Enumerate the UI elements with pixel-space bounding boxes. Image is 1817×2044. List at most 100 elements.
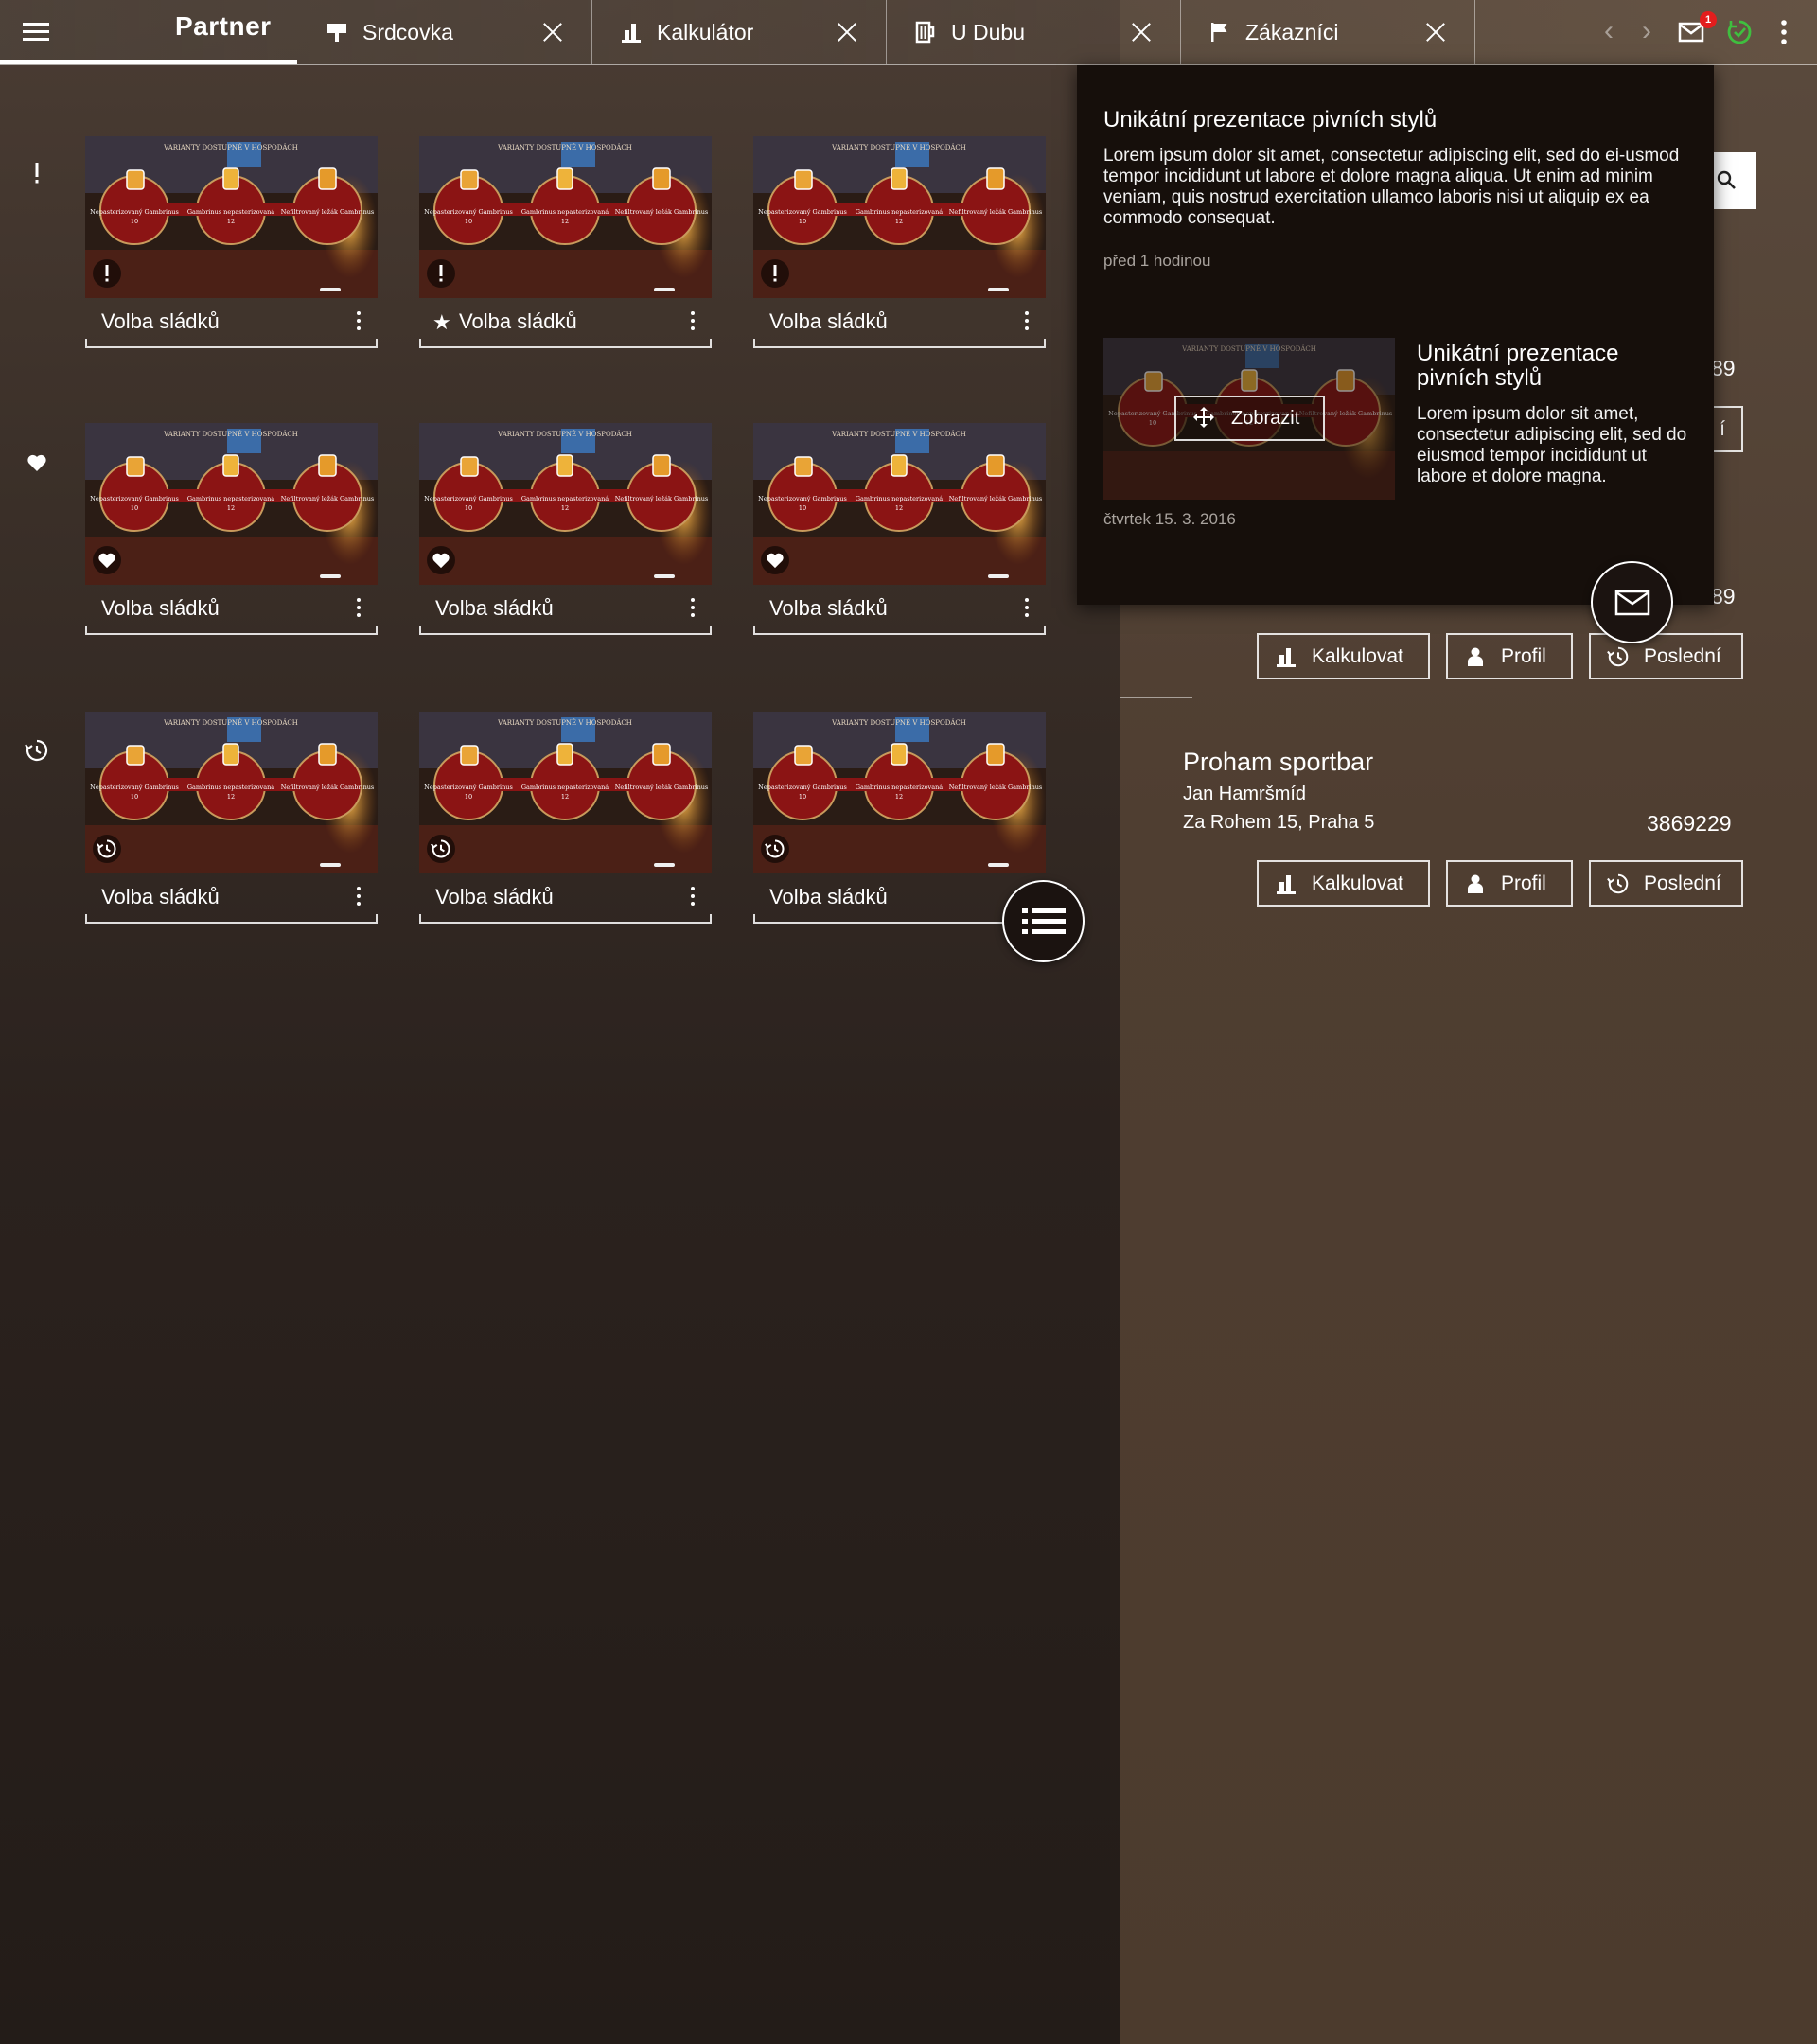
- card-caption[interactable]: Volba sládků: [85, 585, 378, 635]
- svg-text:Gambrinus nepasterizovaná: Gambrinus nepasterizovaná: [521, 208, 609, 216]
- more-vertical-icon[interactable]: [355, 887, 362, 907]
- card-title: Volba sládků: [769, 885, 888, 908]
- slide-indicator: [988, 863, 1009, 867]
- chevron-right-icon[interactable]: ›: [1632, 17, 1661, 45]
- card-thumbnail[interactable]: VARIANTY DOSTUPNÉ V HOSPODÁCH Nepasteriz…: [419, 712, 712, 873]
- close-tab-icon[interactable]: [1421, 18, 1450, 46]
- card-thumbnail[interactable]: VARIANTY DOSTUPNÉ V HOSPODÁCH Nepasteriz…: [419, 136, 712, 298]
- card-caption[interactable]: Volba sládků: [753, 298, 1046, 348]
- notification-time: před 1 hodinou: [1103, 252, 1211, 270]
- card-caption[interactable]: Volba sládků: [419, 873, 712, 924]
- card-caption[interactable]: ★ Volba sládků: [419, 298, 712, 348]
- svg-text:10: 10: [465, 793, 472, 801]
- close-tab-icon[interactable]: [538, 18, 567, 46]
- list-view-fab[interactable]: [1002, 880, 1085, 962]
- divider: [1120, 697, 1192, 698]
- card-thumbnail[interactable]: VARIANTY DOSTUPNÉ V HOSPODÁCH Nepasteriz…: [85, 136, 378, 298]
- beer-presentation-thumbnail: VARIANTY DOSTUPNÉ V HOSPODÁCH Nepasteriz…: [753, 712, 1046, 873]
- svg-text:VARIANTY DOSTUPNÉ V HOSPODÁCH: VARIANTY DOSTUPNÉ V HOSPODÁCH: [163, 143, 298, 151]
- slide-indicator: [320, 863, 341, 867]
- last-button[interactable]: Poslední: [1589, 860, 1743, 907]
- beer-presentation-thumbnail: VARIANTY DOSTUPNÉ V HOSPODÁCH Nepasteriz…: [419, 423, 712, 585]
- svg-text:Nepasterizovaný Gambrinus: Nepasterizovaný Gambrinus: [424, 495, 513, 502]
- show-button[interactable]: Zobrazit: [1174, 396, 1325, 441]
- svg-text:Gambrinus nepasterizovaná: Gambrinus nepasterizovaná: [856, 495, 943, 502]
- presentation-card[interactable]: VARIANTY DOSTUPNÉ V HOSPODÁCH Nepasteriz…: [419, 136, 712, 348]
- presentation-card[interactable]: VARIANTY DOSTUPNÉ V HOSPODÁCH Nepasteriz…: [85, 712, 378, 924]
- presentation-card[interactable]: VARIANTY DOSTUPNÉ V HOSPODÁCH Nepasteriz…: [85, 423, 378, 635]
- mail-fab[interactable]: [1591, 561, 1673, 643]
- card-caption[interactable]: Volba sládků: [85, 873, 378, 924]
- more-vertical-icon[interactable]: [355, 598, 362, 619]
- card-thumbnail[interactable]: VARIANTY DOSTUPNÉ V HOSPODÁCH Nepasteriz…: [85, 423, 378, 585]
- sync-status-icon[interactable]: [1725, 15, 1759, 49]
- mail-icon[interactable]: 1: [1677, 11, 1717, 49]
- svg-text:10: 10: [465, 218, 472, 225]
- card-thumbnail[interactable]: VARIANTY DOSTUPNÉ V HOSPODÁCH Nepasteriz…: [753, 712, 1046, 873]
- svg-text:Nepasterizovaný Gambrinus: Nepasterizovaný Gambrinus: [758, 495, 847, 502]
- profile-button[interactable]: Profil: [1446, 860, 1573, 907]
- more-vertical-icon[interactable]: [1023, 598, 1031, 619]
- notification-title: Unikátní prezentace pivních stylů: [1103, 107, 1438, 132]
- card-caption[interactable]: Volba sládků: [419, 585, 712, 635]
- card-caption[interactable]: Volba sládků: [753, 585, 1046, 635]
- presentation-card[interactable]: VARIANTY DOSTUPNÉ V HOSPODÁCH Nepasteriz…: [419, 712, 712, 924]
- more-vertical-icon[interactable]: [689, 887, 697, 907]
- more-vertical-icon[interactable]: [1770, 15, 1804, 49]
- svg-text:Nefiltrovaný ležák Gambrinus: Nefiltrovaný ležák Gambrinus: [615, 208, 709, 216]
- tab-label: Kalkulátor: [657, 19, 754, 44]
- presentation-card[interactable]: VARIANTY DOSTUPNÉ V HOSPODÁCH Nepasteriz…: [85, 136, 378, 348]
- beer-presentation-thumbnail: VARIANTY DOSTUPNÉ V HOSPODÁCH Nepasteriz…: [85, 712, 378, 873]
- notifications-popup: Unikátní prezentace pivních stylů Lorem …: [1077, 65, 1714, 605]
- presentation-card[interactable]: VARIANTY DOSTUPNÉ V HOSPODÁCH Nepasteriz…: [753, 423, 1046, 635]
- more-vertical-icon[interactable]: [1023, 311, 1031, 332]
- exclamation-icon: [93, 259, 121, 288]
- svg-text:Gambrinus nepasterizovaná: Gambrinus nepasterizovaná: [187, 208, 274, 216]
- card-title: Volba sládků: [101, 596, 220, 620]
- close-tab-icon[interactable]: [1127, 18, 1155, 46]
- card-thumbnail[interactable]: VARIANTY DOSTUPNÉ V HOSPODÁCH Nepasteriz…: [85, 712, 378, 873]
- notification-time: čtvrtek 15. 3. 2016: [1103, 510, 1236, 528]
- more-vertical-icon[interactable]: [689, 311, 697, 332]
- svg-text:10: 10: [465, 504, 472, 512]
- tab-kalkulator[interactable]: Kalkulátor: [592, 0, 887, 64]
- svg-text:VARIANTY DOSTUPNÉ V HOSPODÁCH: VARIANTY DOSTUPNÉ V HOSPODÁCH: [497, 430, 632, 438]
- tab-srdcovka[interactable]: Srdcovka: [298, 0, 592, 64]
- heart-icon: [93, 546, 121, 574]
- last-button[interactable]: Poslední: [1589, 633, 1743, 679]
- button-label: Kalkulovat: [1312, 872, 1403, 894]
- calculate-button[interactable]: Kalkulovat: [1257, 860, 1430, 907]
- more-vertical-icon[interactable]: [355, 311, 362, 332]
- history-icon: [427, 835, 455, 863]
- profile-button[interactable]: Profil: [1446, 633, 1573, 679]
- slide-indicator: [320, 574, 341, 578]
- svg-text:12: 12: [561, 793, 569, 801]
- more-vertical-icon[interactable]: [689, 598, 697, 619]
- tab-u-dubu[interactable]: U Dubu: [887, 0, 1181, 64]
- customer-number: 89: [1711, 584, 1736, 608]
- presentation-card[interactable]: VARIANTY DOSTUPNÉ V HOSPODÁCH Nepasteriz…: [419, 423, 712, 635]
- card-thumbnail[interactable]: VARIANTY DOSTUPNÉ V HOSPODÁCH Nepasteriz…: [753, 136, 1046, 298]
- svg-text:Nefiltrovaný ležák Gambrinus: Nefiltrovaný ležák Gambrinus: [949, 495, 1043, 502]
- hamburger-menu-icon[interactable]: [17, 17, 55, 47]
- exclamation-icon: [427, 259, 455, 288]
- history-icon: [1606, 644, 1631, 669]
- chevron-left-icon[interactable]: ‹: [1595, 17, 1623, 45]
- card-thumbnail[interactable]: VARIANTY DOSTUPNÉ V HOSPODÁCH Nepasteriz…: [419, 423, 712, 585]
- presentation-card[interactable]: VARIANTY DOSTUPNÉ V HOSPODÁCH Nepasteriz…: [753, 712, 1046, 924]
- tab-zakaznici[interactable]: Zákazníci: [1181, 0, 1475, 64]
- card-thumbnail[interactable]: VARIANTY DOSTUPNÉ V HOSPODÁCH Nepasteriz…: [753, 423, 1046, 585]
- svg-text:Nefiltrovaný ležák Gambrinus: Nefiltrovaný ležák Gambrinus: [615, 495, 709, 502]
- svg-text:Gambrinus nepasterizovaná: Gambrinus nepasterizovaná: [521, 784, 609, 791]
- card-title: Volba sládků: [435, 596, 554, 620]
- button-label: Zobrazit: [1231, 407, 1300, 429]
- card-title: Volba sládků: [101, 885, 220, 908]
- card-caption[interactable]: Volba sládků: [85, 298, 378, 348]
- presentation-card[interactable]: VARIANTY DOSTUPNÉ V HOSPODÁCH Nepasteriz…: [753, 136, 1046, 348]
- svg-text:10: 10: [799, 504, 806, 512]
- customer-number: 3869229: [1647, 811, 1732, 836]
- tab-label: Srdcovka: [362, 19, 453, 44]
- close-tab-icon[interactable]: [833, 18, 861, 46]
- svg-text:Gambrinus nepasterizovaná: Gambrinus nepasterizovaná: [856, 784, 943, 791]
- calculate-button[interactable]: Kalkulovat: [1257, 633, 1430, 679]
